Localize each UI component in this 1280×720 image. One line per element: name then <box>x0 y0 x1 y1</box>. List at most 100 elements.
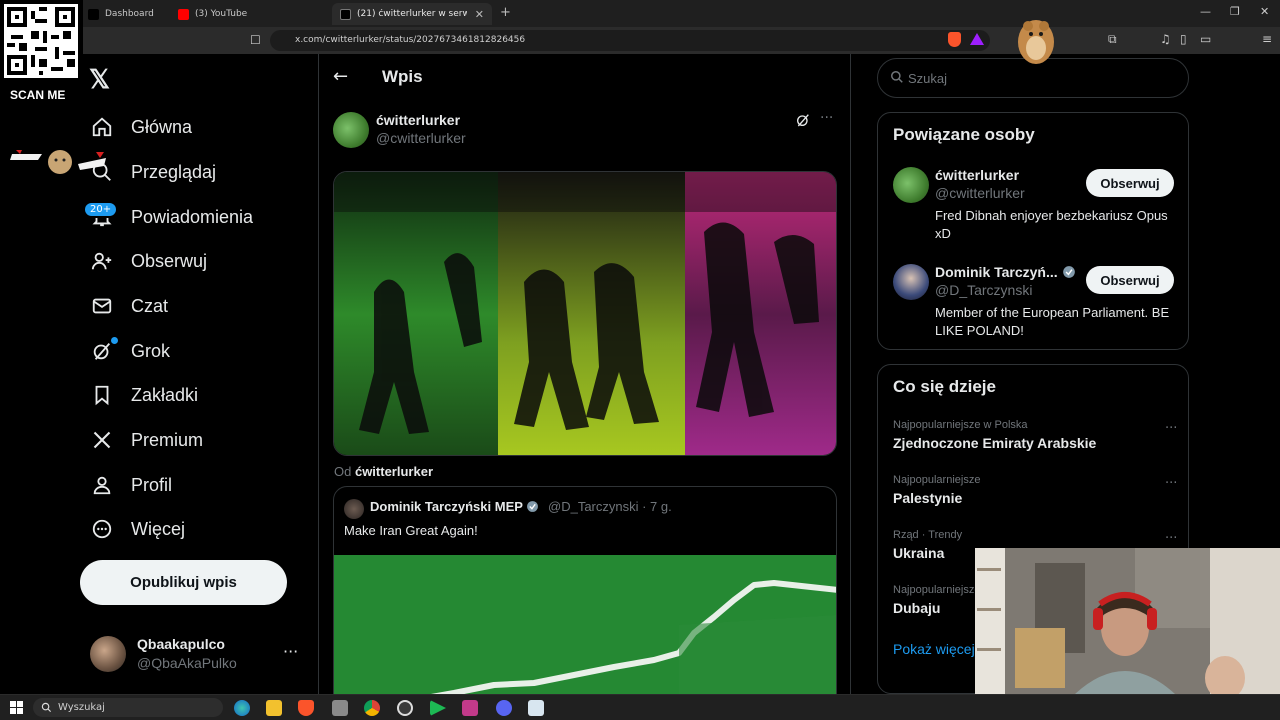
search-placeholder: Szukaj <box>908 71 948 86</box>
new-tab-icon[interactable]: + <box>500 5 511 20</box>
bookmark-icon <box>88 381 116 409</box>
person-handle: @D_Tarczynski <box>935 282 1033 298</box>
from-name[interactable]: ćwitterlurker <box>355 464 433 479</box>
close-window-icon[interactable]: ✕ <box>1260 5 1269 18</box>
x-logo-icon[interactable]: 𝕏 <box>89 64 110 95</box>
account-switcher[interactable]: Qbaakapulco @QbaAkaPulko ··· <box>90 634 305 678</box>
follow-button[interactable]: Obserwuj <box>1086 169 1174 197</box>
app-icon[interactable] <box>332 700 348 716</box>
browser-tab-bar: Dashboard (3) YouTube (21) ćwitterlurker… <box>0 0 1280 27</box>
trend-item[interactable]: Najpopularniejsze w Polska Zjednoczone E… <box>893 419 1178 451</box>
taskbar: Wyszukaj <box>0 694 1280 720</box>
wallet-icon[interactable]: ▭ <box>1200 32 1211 46</box>
author-handle[interactable]: @cwitterlurker <box>376 130 466 146</box>
nav-label: Czat <box>131 295 169 316</box>
trend-context: Najpopularniejsze w Polska <box>893 419 1028 431</box>
qr-label: SCAN ME <box>10 88 66 102</box>
nav-label: Przeglądaj <box>131 161 217 182</box>
chrome-icon[interactable] <box>364 700 380 716</box>
bookmark-page-icon[interactable]: ☐ <box>250 33 261 47</box>
follow-button[interactable]: Obserwuj <box>1086 266 1174 294</box>
quote-text: Make Iran Great Again! <box>344 523 478 538</box>
show-more-link[interactable]: Pokaż więcej <box>893 641 975 657</box>
trend-context: Najpopularniejsze <box>893 474 981 486</box>
quote-author-name-text: Dominik Tarczyński MEP <box>370 499 523 514</box>
brave-icon[interactable] <box>298 700 314 716</box>
file-explorer-icon[interactable] <box>266 700 282 716</box>
edge-icon[interactable] <box>234 700 250 716</box>
person-name: Dominik Tarczyń... <box>935 264 1076 280</box>
extensions-icon[interactable]: ⧉ <box>1108 32 1117 47</box>
notepad-icon[interactable] <box>528 700 544 716</box>
windows-start-icon[interactable] <box>10 701 23 714</box>
more-icon <box>88 515 116 543</box>
tab-youtube[interactable]: (3) YouTube <box>170 3 330 25</box>
tab-x-active[interactable]: (21) ćwitterlurker w serwisie X ✕ <box>332 3 492 25</box>
shield-icon[interactable] <box>948 32 961 47</box>
nav-label: Powiadomienia <box>131 206 254 227</box>
restore-icon[interactable]: ❐ <box>1230 5 1240 18</box>
more-dots-icon[interactable]: ··· <box>1165 476 1177 491</box>
main-column: ← Wpis ćwitterlurker @cwitterlurker ··· <box>318 54 851 694</box>
url-text: x.com/cwitterlurker/status/2027673461812… <box>295 35 526 45</box>
page-title: Wpis <box>382 67 423 86</box>
tab-dashboard[interactable]: Dashboard <box>80 3 170 25</box>
media-icon[interactable]: ♫ <box>1160 32 1171 46</box>
more-dots-icon[interactable]: ··· <box>283 642 298 661</box>
discord-icon[interactable] <box>496 700 512 716</box>
post-button[interactable]: Opublikuj wpis <box>80 560 287 605</box>
person-bio: Fred Dibnah enjoyer bezbekariusz Opus xD <box>935 208 1168 241</box>
nav-grok[interactable]: Grok <box>88 331 170 371</box>
webcam-overlay <box>975 548 1280 694</box>
nav-label: Główna <box>131 116 193 137</box>
account-name: Qbaakapulco <box>137 636 225 652</box>
trend-topic: Zjednoczone Emiraty Arabskie <box>893 435 1097 451</box>
back-arrow-icon[interactable]: ← <box>333 66 348 87</box>
close-tab-icon[interactable]: ✕ <box>475 8 484 21</box>
address-bar-row: ☐ x.com/cwitterlurker/status/20276734618… <box>0 27 1280 54</box>
nav-more[interactable]: Więcej <box>88 509 185 549</box>
avatar <box>893 264 929 300</box>
grok-icon[interactable] <box>795 112 811 128</box>
more-dots-icon[interactable]: ··· <box>820 110 833 126</box>
menu-icon[interactable]: ≡ <box>1262 32 1272 46</box>
app-icon[interactable] <box>462 700 478 716</box>
nav-profile[interactable]: Profil <box>88 465 172 505</box>
trend-item[interactable]: Najpopularniejsze Palestynie ··· <box>893 474 1178 506</box>
nav-bookmarks[interactable]: Zakładki <box>88 375 198 415</box>
obs-icon[interactable] <box>397 700 413 716</box>
quoted-post[interactable]: Dominik Tarczyński MEP @D_Tarczynski · 7… <box>333 486 837 694</box>
post-video[interactable] <box>333 171 837 456</box>
x-icon <box>88 426 116 454</box>
nav-label: Więcej <box>131 518 186 539</box>
dashboard-favicon-icon <box>88 8 99 20</box>
avatar[interactable] <box>333 112 369 148</box>
tab-label: (3) YouTube <box>195 9 248 19</box>
nav-premium[interactable]: Premium <box>88 420 203 460</box>
related-people-card: Powiązane osoby ćwitterlurker @cwitterlu… <box>877 112 1189 350</box>
avatar <box>893 167 929 203</box>
quote-handle: @D_Tarczynski · 7 g. <box>548 499 672 514</box>
taskbar-search-input[interactable]: Wyszukaj <box>33 698 223 717</box>
from-attribution: Od ćwitterlurker <box>334 464 433 479</box>
tab-label: (21) ćwitterlurker w serwisie X <box>357 9 467 19</box>
more-dots-icon[interactable]: ··· <box>1165 421 1177 436</box>
avatar <box>90 636 126 672</box>
person-bio: Member of the European Parliament. BE LI… <box>935 305 1170 338</box>
nav-chat[interactable]: Czat <box>88 286 168 326</box>
main-header: ← Wpis <box>319 54 850 100</box>
tab-label: Dashboard <box>105 9 154 19</box>
author-name[interactable]: ćwitterlurker <box>376 112 460 128</box>
grok-new-dot <box>111 337 118 344</box>
rewards-icon[interactable] <box>970 33 984 45</box>
more-dots-icon[interactable]: ··· <box>1165 531 1177 546</box>
media-player-icon[interactable] <box>430 700 446 716</box>
follow-icon <box>88 247 116 275</box>
hamster-sticker-icon <box>1018 20 1054 64</box>
quote-author-name: Dominik Tarczyński MEP <box>370 499 539 514</box>
minimize-icon[interactable]: — <box>1200 5 1211 18</box>
sidebar-icon[interactable]: ▯ <box>1180 32 1187 46</box>
profile-icon <box>88 471 116 499</box>
url-field[interactable]: x.com/cwitterlurker/status/2027673461812… <box>270 30 990 51</box>
nav-follow[interactable]: Obserwuj <box>88 241 207 281</box>
